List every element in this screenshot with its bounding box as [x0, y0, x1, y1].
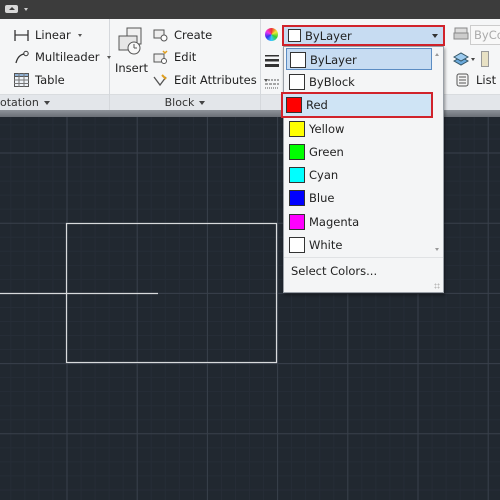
insert-button[interactable]: Insert	[114, 25, 148, 77]
color-swatch	[289, 167, 305, 183]
block-panel-title[interactable]: Block	[110, 94, 260, 110]
color-dropdown: ByLayer ByBlock Red Yellow Green Cyan Blue Mage…	[281, 46, 444, 293]
color-option-label: Yellow	[309, 122, 345, 136]
create-block-button[interactable]: Create	[153, 28, 212, 42]
color-option-label: Green	[309, 145, 344, 159]
color-option-label: White	[309, 238, 343, 252]
color-option-red[interactable]: Red	[281, 92, 433, 118]
linetype-icon[interactable]	[265, 75, 279, 94]
chevron-down-icon	[43, 101, 50, 105]
color-option-label: Magenta	[309, 215, 360, 229]
color-swatch	[286, 97, 302, 113]
color-option-label: ByBlock	[309, 75, 355, 89]
quick-access-toolbar-icon[interactable]	[5, 5, 18, 13]
color-option-label: Red	[306, 98, 328, 112]
color-option-bylayer[interactable]: ByLayer	[286, 48, 432, 70]
quick-access-dropdown-arrow[interactable]	[24, 8, 28, 11]
lineweight-icon[interactable]	[265, 52, 279, 71]
annotation-panel-title[interactable]: otation	[0, 94, 109, 110]
chevron-down-icon	[199, 101, 206, 105]
color-option-cyan[interactable]: Cyan	[286, 164, 432, 186]
edit-block-button[interactable]: Edit	[153, 50, 196, 64]
list-label: List	[476, 73, 497, 87]
color-swatch	[290, 52, 306, 68]
linear-dimension-button[interactable]: Linear	[14, 28, 82, 42]
resize-grip-icon[interactable]	[434, 283, 440, 289]
color-option-white[interactable]: White	[286, 234, 432, 256]
scroll-down-icon[interactable]	[435, 248, 439, 251]
edit-block-icon	[153, 50, 168, 64]
multileader-icon	[14, 50, 29, 64]
edit-label: Edit	[174, 50, 197, 64]
table-icon	[14, 73, 29, 87]
select-colors-option[interactable]: Select Colors...	[291, 264, 377, 278]
insert-label: Insert	[115, 61, 148, 75]
match-properties-icon[interactable]	[481, 51, 489, 67]
color-swatch	[289, 74, 305, 90]
color-combo[interactable]: ByLayer	[282, 25, 445, 46]
color-option-byblock[interactable]: ByBlock	[286, 71, 432, 93]
edit-attributes-icon	[153, 73, 168, 87]
color-option-green[interactable]: Green	[286, 141, 432, 163]
title-bar	[0, 0, 500, 19]
color-swatch	[289, 190, 305, 206]
color-swatch	[289, 121, 305, 137]
color-swatch	[289, 144, 305, 160]
create-block-icon	[153, 28, 168, 42]
color-swatch	[289, 237, 305, 253]
scroll-up-icon[interactable]	[435, 53, 439, 56]
linear-dimension-icon	[14, 28, 29, 42]
color-swatch	[289, 214, 305, 230]
dropdown-divider	[284, 257, 443, 258]
table-label: Table	[35, 73, 65, 87]
color-option-label: Cyan	[309, 168, 339, 182]
color-option-blue[interactable]: Blue	[286, 187, 432, 209]
insert-block-icon	[117, 27, 145, 61]
color-swatch	[288, 29, 301, 42]
color-option-yellow[interactable]: Yellow	[286, 118, 432, 140]
multileader-button[interactable]: Multileader	[14, 50, 111, 64]
plot-style-icon	[453, 26, 469, 46]
multileader-label: Multileader	[35, 50, 100, 64]
plot-style-combo[interactable]: ByCo	[470, 25, 500, 45]
linear-label: Linear	[35, 28, 71, 42]
list-button[interactable]: List	[455, 73, 496, 87]
create-label: Create	[174, 28, 213, 42]
color-option-magenta[interactable]: Magenta	[286, 211, 432, 233]
color-option-label: ByLayer	[310, 53, 357, 67]
annotation-panel: Linear Multileader Table otation	[0, 19, 111, 110]
color-combo-value: ByLayer	[305, 29, 352, 43]
block-panel: Insert Create Edit Edit Attributes Block	[110, 19, 268, 110]
edit-attributes-label: Edit Attributes	[174, 73, 257, 87]
list-icon	[455, 73, 470, 87]
layer-match-icon[interactable]	[452, 51, 477, 71]
color-option-label: Blue	[309, 191, 335, 205]
table-button[interactable]: Table	[14, 73, 65, 87]
chevron-down-icon[interactable]	[432, 34, 438, 38]
color-wheel-icon	[265, 28, 278, 41]
chevron-down-icon	[77, 33, 82, 37]
edit-attributes-button[interactable]: Edit Attributes	[153, 73, 268, 87]
